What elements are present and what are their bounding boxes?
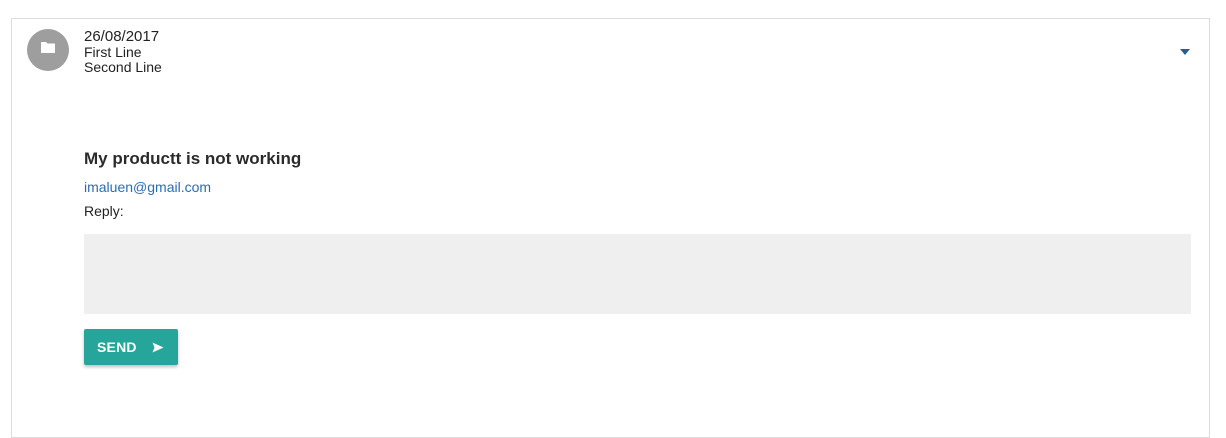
folder-icon: [40, 41, 56, 59]
avatar: [27, 29, 69, 71]
reply-textarea[interactable]: [84, 234, 1191, 314]
item-first-line: First Line: [84, 44, 142, 60]
message-subject: My productt is not working: [84, 149, 302, 168]
item-second-line: Second Line: [84, 59, 162, 75]
send-icon: [152, 342, 164, 353]
caret-down-icon[interactable]: [1179, 43, 1193, 55]
card-header[interactable]: 26/08/2017 First Line Second Line: [84, 28, 162, 75]
item-date: 26/08/2017: [84, 28, 160, 45]
collapsible-card: 26/08/2017 First Line Second Line My pro…: [11, 18, 1210, 438]
send-button-label: SEND: [97, 339, 137, 355]
reply-label: Reply:: [84, 203, 124, 219]
send-button[interactable]: SEND: [84, 329, 178, 365]
sender-email-link[interactable]: imaluen@gmail.com: [84, 179, 211, 195]
